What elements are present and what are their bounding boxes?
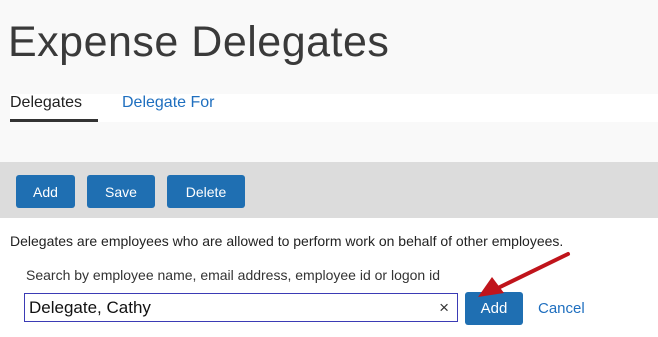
- cancel-link[interactable]: Cancel: [538, 300, 585, 317]
- employee-search-input[interactable]: [29, 296, 429, 320]
- tab-bar: Delegates Delegate For: [10, 94, 658, 122]
- save-button[interactable]: Save: [87, 175, 155, 208]
- delegates-description: Delegates are employees who are allowed …: [10, 233, 564, 249]
- delete-button[interactable]: Delete: [167, 175, 245, 208]
- close-icon[interactable]: ×: [439, 297, 449, 319]
- red-arrow-icon: [478, 252, 570, 297]
- tab-delegate-for[interactable]: Delegate For: [122, 94, 215, 112]
- search-label: Search by employee name, email address, …: [26, 267, 441, 283]
- page-title: Expense Delegates: [8, 18, 390, 66]
- expense-delegates-page: Expense Delegates Delegates Delegate For…: [0, 0, 658, 337]
- active-tab-indicator: [10, 119, 98, 122]
- employee-search-field: ×: [24, 293, 458, 322]
- arrow-shaft: [496, 252, 570, 290]
- tab-delegates[interactable]: Delegates: [10, 94, 82, 116]
- add-button[interactable]: Add: [16, 175, 75, 208]
